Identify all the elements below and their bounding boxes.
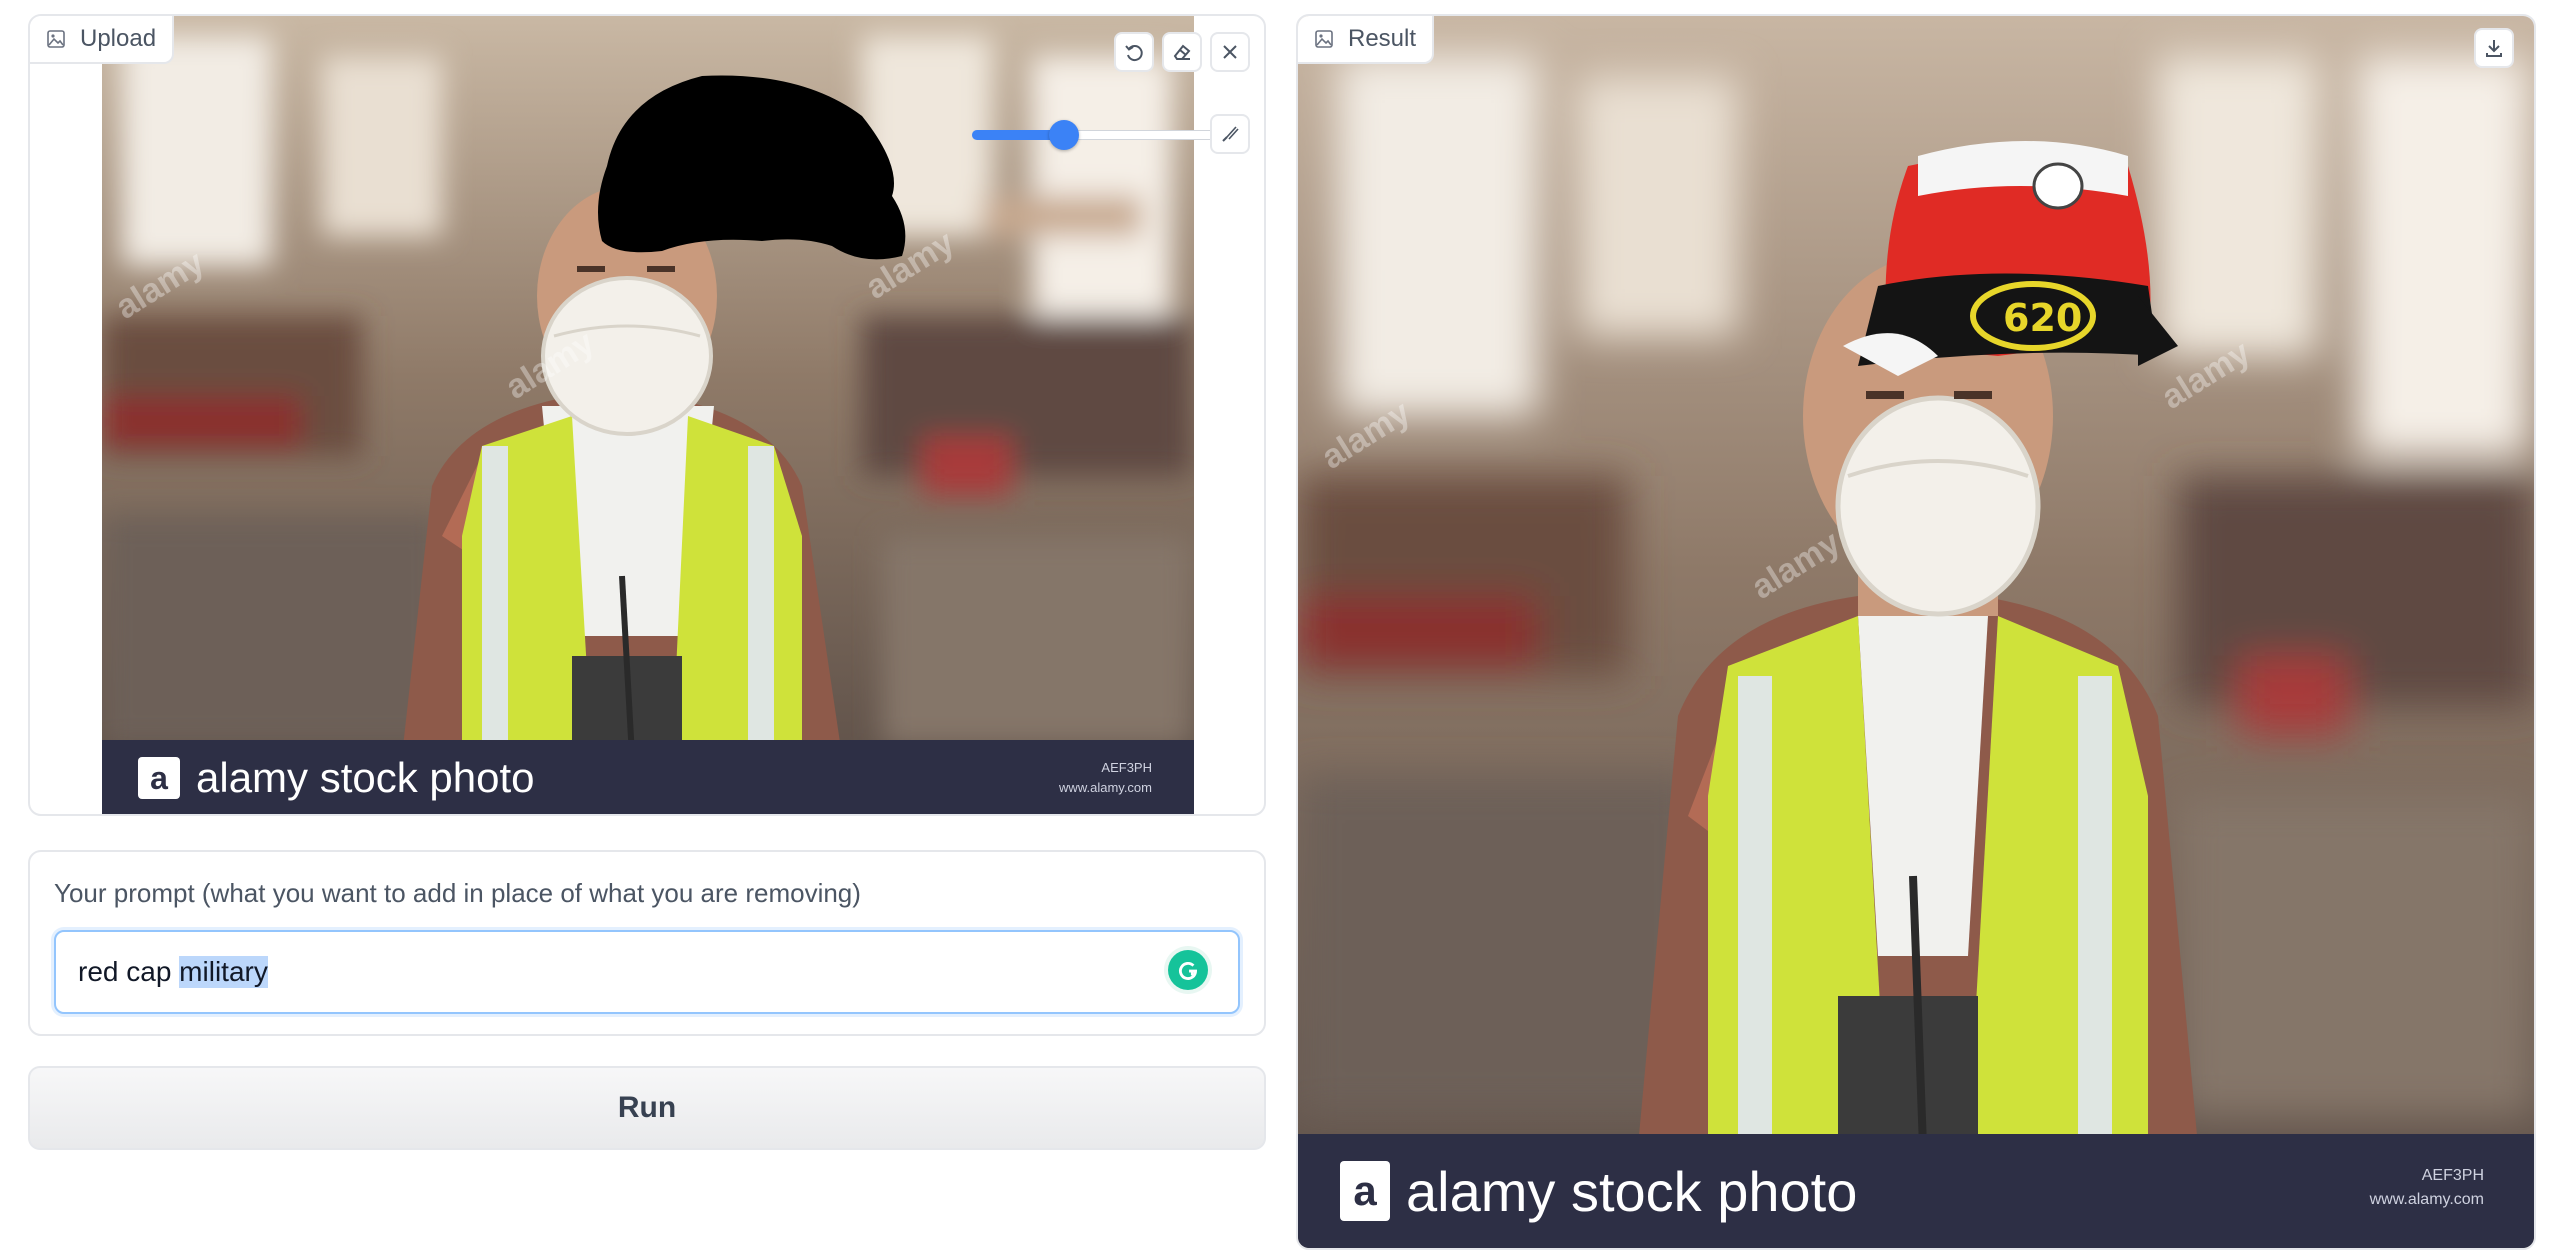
result-panel: Result 620 alamy alamy alamy a alamy sto… <box>1296 14 2536 1250</box>
download-icon <box>2486 40 2502 57</box>
prompt-panel: Your prompt (what you want to add in pla… <box>28 850 1266 1036</box>
image-icon <box>1315 30 1333 48</box>
brush-icon <box>1222 126 1239 142</box>
brush-button[interactable] <box>1210 114 1250 154</box>
photo-url: www.alamy.com <box>1059 779 1152 795</box>
upload-label: Upload <box>30 16 175 64</box>
undo-button[interactable] <box>1114 32 1154 72</box>
brush-size-slider[interactable] <box>972 120 1228 150</box>
close-icon <box>1223 45 1237 59</box>
photo-brand-stripe: a alamy stock photo AEF3PH www.alamy.com <box>1298 1134 2534 1248</box>
brand-logo: a <box>138 757 180 799</box>
result-label: Result <box>1298 16 1435 64</box>
grammarly-icon[interactable] <box>1168 950 1208 990</box>
photo-url: www.alamy.com <box>2369 1191 2484 1208</box>
result-photo: 620 <box>1298 16 2534 1248</box>
clear-button[interactable] <box>1210 32 1250 72</box>
run-button[interactable]: Run <box>28 1066 1266 1150</box>
eraser-icon <box>1173 44 1191 60</box>
brand-logo: a <box>1340 1161 1390 1221</box>
photo-meta: AEF3PH www.alamy.com <box>1059 758 1152 797</box>
prompt-input[interactable]: red cap military <box>54 930 1240 1014</box>
photo-meta: AEF3PH www.alamy.com <box>2370 1164 2484 1212</box>
upload-label-text: Upload <box>80 25 157 52</box>
svg-text:620: 620 <box>2003 296 2082 340</box>
download-button[interactable] <box>2474 28 2514 68</box>
image-icon <box>47 30 65 48</box>
photo-id: AEF3PH <box>2421 1167 2484 1184</box>
brand-text: alamy stock photo <box>1406 1159 1858 1223</box>
prompt-selected-text: military <box>179 956 268 988</box>
eraser-button[interactable] <box>1162 32 1202 72</box>
undo-icon <box>1125 45 1143 62</box>
prompt-text: red cap <box>78 956 180 987</box>
brand-text: alamy stock photo <box>196 754 535 801</box>
prompt-label: Your prompt (what you want to add in pla… <box>54 878 861 908</box>
slider-thumb[interactable] <box>1049 120 1079 150</box>
upload-panel: Upload alamy alamy alamy a alamy stock p… <box>28 14 1266 816</box>
result-label-text: Result <box>1348 25 1417 52</box>
photo-brand-stripe: a alamy stock photo AEF3PH www.alamy.com <box>102 740 1194 814</box>
photo-id: AEF3PH <box>1101 760 1152 775</box>
result-image: 620 alamy alamy alamy a alamy stock phot… <box>1298 16 2534 1248</box>
grammarly-g-icon <box>1179 962 1198 980</box>
